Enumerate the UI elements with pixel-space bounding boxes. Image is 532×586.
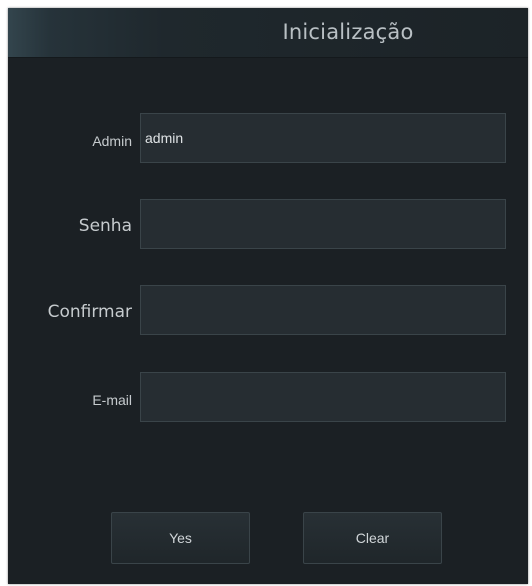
admin-label: Admin [92, 133, 132, 149]
password-field[interactable] [140, 199, 506, 249]
email-label: E-mail [92, 392, 132, 408]
title-bar: Inicialização [8, 8, 528, 58]
confirm-password-field[interactable] [140, 285, 506, 335]
dialog-title: Inicialização [282, 20, 414, 44]
email-field[interactable] [140, 372, 506, 422]
clear-button[interactable]: Clear [303, 512, 442, 564]
password-label: Senha [78, 216, 132, 236]
confirm-password-label: Confirmar [47, 302, 132, 322]
initialization-dialog: Inicialização Admin Senha Confirmar E-ma… [8, 8, 528, 584]
admin-field[interactable] [140, 113, 506, 163]
yes-button[interactable]: Yes [111, 512, 250, 564]
